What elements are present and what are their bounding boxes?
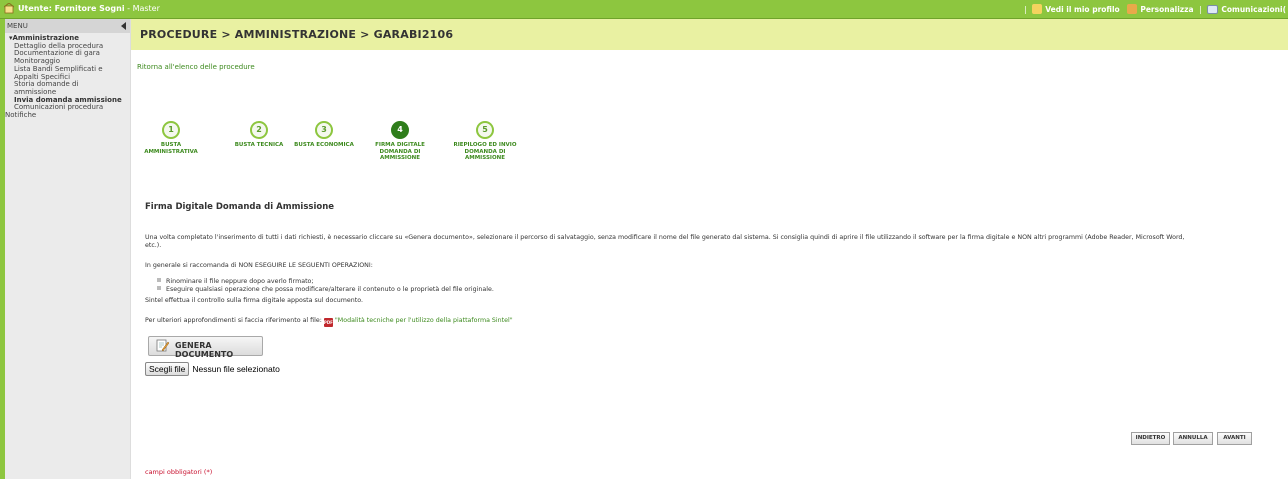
home-icon[interactable] xyxy=(4,3,14,14)
step-label: FIRMA DIGITALE DOMANDA DI AMMISSIONE xyxy=(375,142,425,161)
main-content: Ritorna all'elenco delle procedure 1 BUS… xyxy=(131,51,1288,479)
warning-bullet: Eseguire qualsiasi operazione che possa … xyxy=(157,286,494,293)
reference-line: Per ulteriori approfondimenti si faccia … xyxy=(145,317,513,327)
bullet-text: Rinominare il file neppure dopo averlo f… xyxy=(166,278,314,285)
bullet-square-icon xyxy=(157,286,161,290)
top-bar: Utente: Fornitore Sogni - Master | Vedi … xyxy=(0,0,1288,19)
separator: | xyxy=(1199,5,1202,14)
menu-label: MENU xyxy=(7,22,28,30)
section-title: Firma Digitale Domanda di Ammissione xyxy=(145,202,335,212)
menu-list: ▾Amministrazione Dettaglio della procedu… xyxy=(5,33,130,120)
customize-link[interactable]: Personalizza xyxy=(1140,5,1193,14)
step-4-active[interactable]: 4 FIRMA DIGITALE DOMANDA DI AMMISSIONE xyxy=(375,121,425,162)
warning-intro: In generale si raccomanda di NON ESEGUIR… xyxy=(145,262,373,269)
edit-document-icon xyxy=(156,339,169,352)
envelope-icon xyxy=(1207,5,1219,14)
user-role: - Master xyxy=(124,4,160,13)
title-bar: PROCEDURE > AMMINISTRAZIONE > GARABI2106 xyxy=(131,19,1288,50)
step-label: RIEPILOGO ED INVIO DOMANDA DI AMMISSIONE xyxy=(453,142,517,161)
file-input[interactable]: Scegli file Nessun file selezionato xyxy=(145,362,280,376)
bullet-square-icon xyxy=(157,278,161,282)
menu-item-notifiche[interactable]: Notifiche xyxy=(5,111,130,120)
back-to-procedures-link[interactable]: Ritorna all'elenco delle procedure xyxy=(137,63,255,71)
step-1[interactable]: 1 BUSTA AMMINISTRATIVA xyxy=(137,121,205,155)
sidebar: MENU ▾Amministrazione Dettaglio della pr… xyxy=(5,19,131,479)
next-button[interactable]: AVANTI xyxy=(1217,432,1252,445)
communications-link[interactable]: Comunicazioni( xyxy=(1221,5,1286,14)
step-number: 1 xyxy=(162,121,180,139)
instructions-paragraph: Una volta completato l'inserimento di tu… xyxy=(145,234,1288,250)
step-number: 2 xyxy=(250,121,268,139)
sintel-check-note: Sintel effettua il controllo sulla firma… xyxy=(145,297,364,304)
choose-file-button[interactable]: Scegli file xyxy=(145,362,190,376)
warning-bullet: Rinominare il file neppure dopo averlo f… xyxy=(157,278,314,285)
pdf-icon: PDF xyxy=(323,318,333,327)
instructions-line: Una volta completato l'inserimento di tu… xyxy=(145,234,1185,241)
step-3[interactable]: 3 BUSTA ECONOMICA xyxy=(291,121,357,149)
step-label: BUSTA TECNICA xyxy=(234,142,284,148)
step-number: 3 xyxy=(315,121,333,139)
menu-header: MENU xyxy=(5,19,130,33)
file-status: Nessun file selezionato xyxy=(192,364,280,374)
reference-document-link[interactable]: "Modalità tecniche per l'utilizzo della … xyxy=(335,317,513,324)
reference-prefix: Per ulteriori approfondimenti si faccia … xyxy=(145,317,322,324)
customize-icon xyxy=(1127,4,1138,14)
step-5[interactable]: 5 RIEPILOGO ED INVIO DOMANDA DI AMMISSIO… xyxy=(449,121,521,162)
step-label: BUSTA AMMINISTRATIVA xyxy=(144,142,198,155)
required-fields-note: campi obbligatori (*) xyxy=(145,468,213,476)
cancel-button[interactable]: ANNULLA xyxy=(1173,432,1213,445)
profile-link[interactable]: Vedi il mio profilo xyxy=(1045,5,1119,14)
top-links: | Vedi il mio profilo Personalizza | Com… xyxy=(1021,4,1286,14)
instructions-line: etc.). xyxy=(145,242,162,249)
generate-document-label: GENERA DOCUMENTO xyxy=(175,341,234,359)
wizard-steps: 1 BUSTA AMMINISTRATIVA 2 BUSTA TECNICA 3… xyxy=(131,121,531,181)
user-name: Utente: Fornitore Sogni xyxy=(18,4,125,13)
collapse-arrow-icon[interactable] xyxy=(121,22,126,30)
user-label: Utente: Fornitore Sogni - Master xyxy=(18,4,160,13)
separator: | xyxy=(1024,5,1027,14)
step-number: 4 xyxy=(391,121,409,139)
step-label: BUSTA ECONOMICA xyxy=(294,142,354,148)
generate-document-button[interactable]: GENERA DOCUMENTO xyxy=(148,336,263,359)
profile-icon xyxy=(1032,4,1043,14)
breadcrumb: PROCEDURE > AMMINISTRAZIONE > GARABI2106 xyxy=(140,28,454,41)
back-button[interactable]: INDIETRO xyxy=(1131,432,1170,445)
bullet-text: Eseguire qualsiasi operazione che possa … xyxy=(166,286,494,293)
step-number: 5 xyxy=(476,121,494,139)
step-2[interactable]: 2 BUSTA TECNICA xyxy=(230,121,288,149)
